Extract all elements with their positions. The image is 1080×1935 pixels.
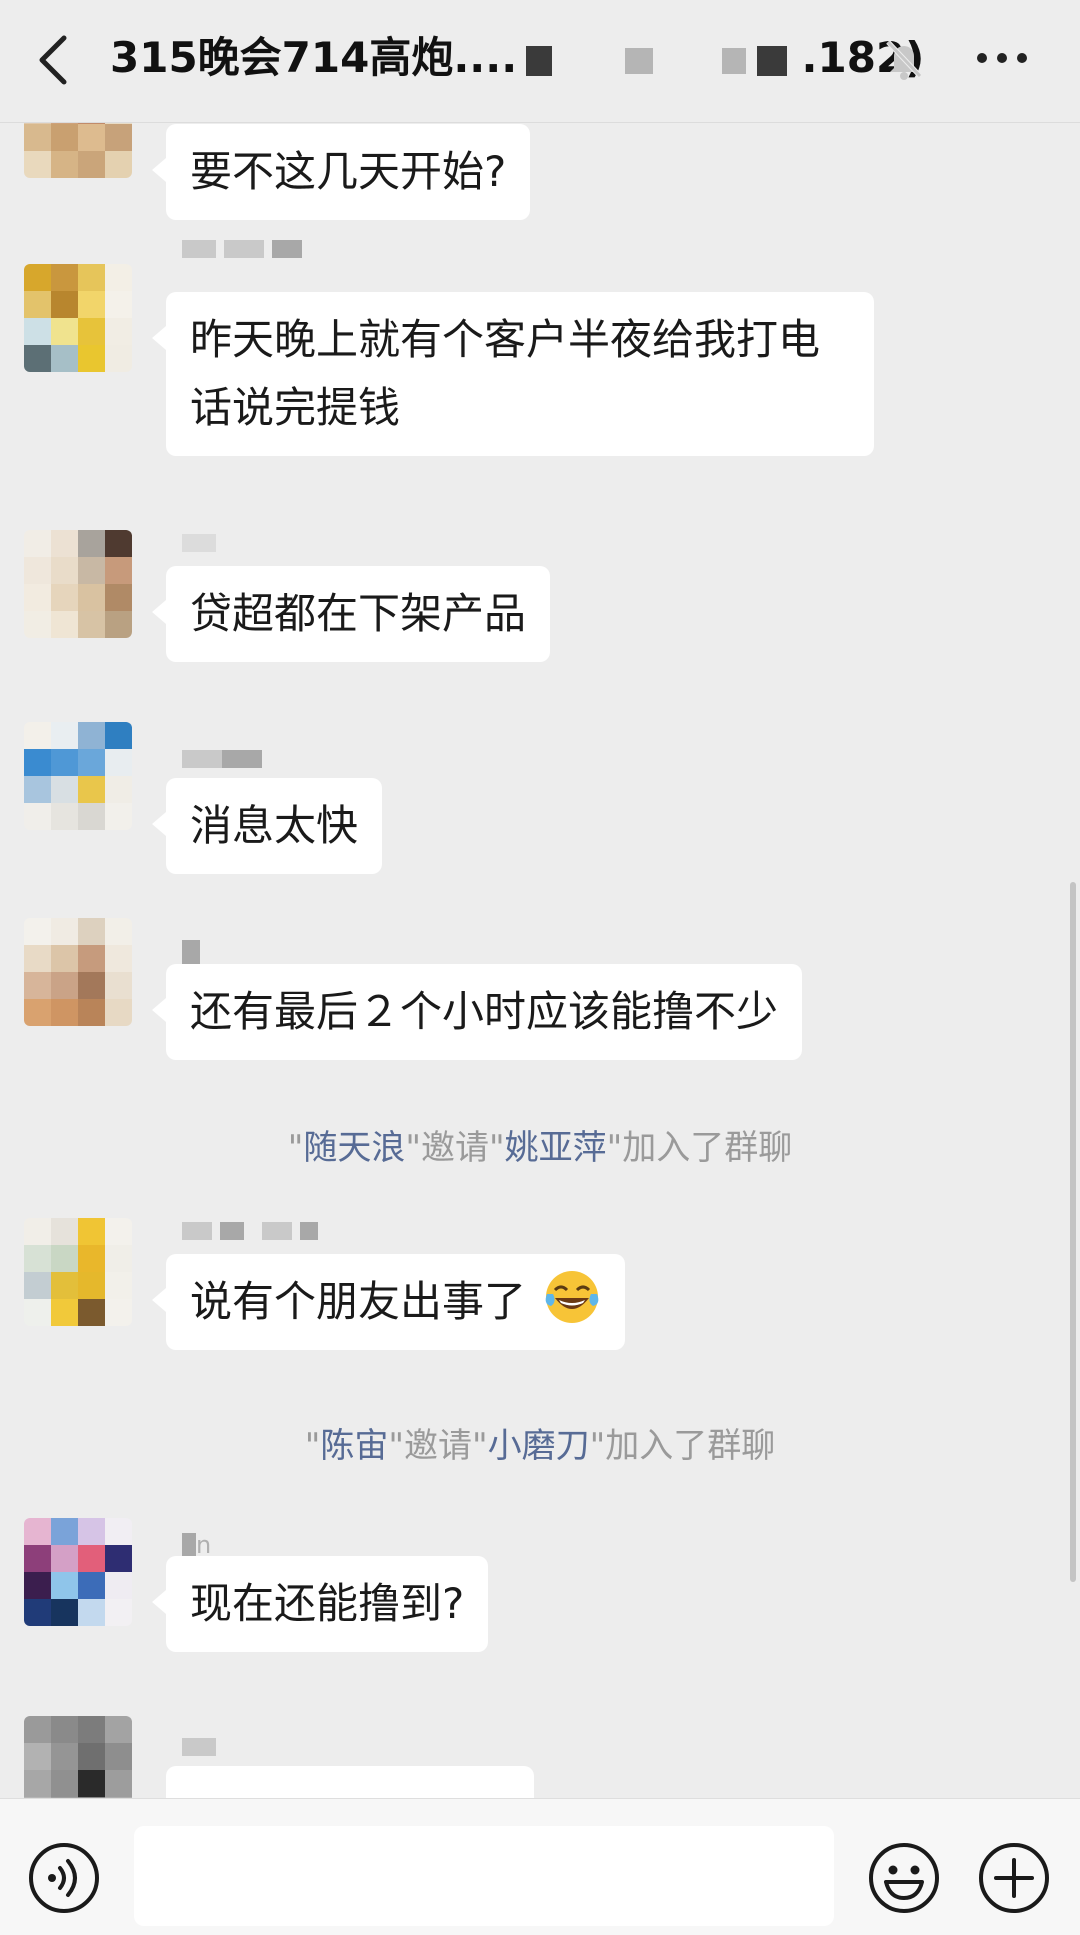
notice-text: "加入了群聊 [589, 1426, 776, 1466]
plus-icon[interactable] [976, 1840, 1052, 1916]
notice-text: " [304, 1426, 321, 1466]
message-text: 说有个朋友出事了 [190, 1277, 527, 1326]
message-text: 现在还能撸到? [190, 1579, 465, 1628]
sender-nickname [182, 1736, 216, 1758]
redacted-block [525, 45, 552, 76]
system-notice: "随天浪"邀请"姚亚萍"加入了群聊 [0, 1124, 1080, 1172]
tears-of-joy-emoji [546, 1271, 599, 1323]
message-text: 消息太快 [190, 801, 359, 850]
notice-text: "邀请" [388, 1426, 488, 1466]
message-bubble[interactable]: 贷超都在下架产品 [151, 566, 551, 662]
message-bubble[interactable]: 还有最后２个小时应该能撸不少 [151, 964, 803, 1060]
message-bubble[interactable]: 说有个朋友出事了 [151, 1254, 626, 1350]
avatar[interactable] [24, 722, 132, 830]
message-bubble[interactable]: 现在还能撸到? [151, 1556, 489, 1652]
system-notice: "陈宙"邀请"小磨刀"加入了群聊 [0, 1422, 1080, 1470]
message-text: 要不这几天开始? [190, 147, 507, 196]
avatar[interactable] [24, 530, 132, 638]
avatar[interactable] [24, 1218, 132, 1326]
avatar[interactable] [24, 918, 132, 1026]
notice-text: "邀请" [405, 1128, 505, 1168]
notice-text: " [287, 1128, 304, 1168]
inviter-name[interactable]: 随天浪 [303, 1128, 405, 1168]
voice-icon[interactable] [26, 1840, 102, 1916]
message-text: 贷超都在下架产品 [190, 589, 527, 638]
mute-icon [886, 40, 922, 80]
chat-area[interactable]: 要不这几天开始? 昨天晚上就有个客户半夜给我打电话说完提钱 贷超都在下架产品 消… [0, 122, 1080, 1798]
chat-title: 315晚会714高炮.... .182) [110, 28, 924, 88]
message-bubble[interactable]: 消息太快 [151, 778, 383, 874]
invitee-name[interactable]: 小磨刀 [488, 1426, 590, 1466]
sender-nickname [182, 1220, 318, 1242]
message-bubble[interactable]: 要不这几天开始? [151, 124, 531, 220]
invitee-name[interactable]: 姚亚萍 [505, 1128, 607, 1168]
redacted-block [756, 45, 787, 76]
avatar[interactable] [24, 264, 132, 372]
message-text: 还有最后２个小时应该能撸不少 [190, 987, 779, 1036]
emoji-icon[interactable] [866, 1840, 942, 1916]
notice-text: "加入了群聊 [606, 1128, 793, 1168]
back-icon[interactable] [32, 30, 78, 90]
sender-nickname: n [182, 1531, 212, 1559]
message-bubble[interactable]: 昨天晚上就有个客户半夜给我打电话说完提钱 [152, 292, 874, 456]
scrollbar[interactable] [1070, 882, 1076, 1582]
message-bubble[interactable] [166, 1766, 534, 1798]
chat-header: 315晚会714高炮.... .182) [0, 0, 1080, 123]
sender-nickname [182, 940, 200, 966]
sender-nickname [182, 748, 262, 770]
inviter-name[interactable]: 陈宙 [320, 1426, 388, 1466]
redacted-block [722, 47, 747, 74]
avatar[interactable] [24, 1518, 132, 1626]
avatar[interactable] [24, 1716, 132, 1798]
more-icon[interactable] [972, 34, 1032, 82]
sender-nickname [182, 238, 302, 260]
message-input[interactable] [134, 1826, 834, 1926]
avatar[interactable] [24, 122, 132, 178]
redacted-block [625, 47, 654, 74]
message-text: 昨天晚上就有个客户半夜给我打电话说完提钱 [190, 315, 821, 432]
chat-title-text: 315晚会714高炮.... [110, 33, 518, 82]
nickname-fragment: n [196, 1531, 212, 1559]
sender-nickname [182, 532, 216, 554]
